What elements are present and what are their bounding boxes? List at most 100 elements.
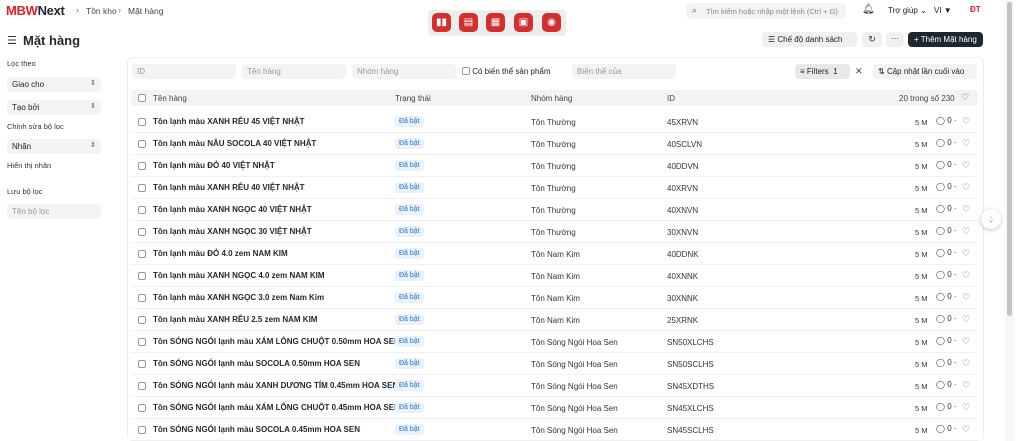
- sidebar-toggle-icon[interactable]: ☰: [7, 34, 17, 47]
- created-by-select[interactable]: Tạo bởi ⇕: [7, 100, 101, 115]
- item-name[interactable]: Tôn lạnh màu XANH RÊU 45 VIỆT NHẬT: [153, 117, 305, 126]
- table-row[interactable]: Tôn lạnh màu ĐỎ 4.0 zem NAM KIM Đã bật Tôn…: [131, 243, 978, 265]
- item-name[interactable]: Tôn SÓNG NGÓI lạnh màu XÁM LÔNG CHUỘT 0.…: [153, 337, 400, 346]
- row-checkbox[interactable]: [138, 338, 146, 346]
- language-selector[interactable]: VI ▼: [931, 4, 955, 18]
- comment-count[interactable]: ◯ 0 ·: [936, 380, 957, 389]
- row-checkbox[interactable]: [138, 426, 146, 434]
- view-mode-button[interactable]: ☰ Chế độ danh sách: [762, 32, 857, 47]
- table-row[interactable]: Tôn lạnh màu NÂU SOCOLA 40 VIỆT NHẬT Đã b…: [131, 133, 978, 155]
- breadcrumb-item[interactable]: Mặt hàng: [128, 6, 163, 16]
- item-name[interactable]: Tôn lạnh màu XANH NGỌC 30 VIỆT NHẬT: [153, 227, 312, 236]
- show-tags-link[interactable]: Hiển thị nhãn: [7, 161, 51, 170]
- heart-icon[interactable]: ♡: [962, 424, 970, 435]
- row-checkbox[interactable]: [138, 162, 146, 170]
- comment-count[interactable]: ◯ 0 ·: [936, 424, 957, 433]
- heart-icon[interactable]: ♡: [962, 182, 970, 193]
- name-filter-input[interactable]: Tên hàng: [242, 64, 346, 79]
- item-name[interactable]: Tôn lạnh màu ĐỎ 4.0 zem NAM KIM: [153, 249, 288, 258]
- item-name[interactable]: Tôn lạnh màu XANH NGỌC 3.0 zem Nam Kim: [153, 293, 324, 302]
- checkbox[interactable]: [462, 67, 470, 75]
- assistant-droplet-icon[interactable]: 💧︎: [981, 209, 1001, 229]
- table-row[interactable]: Tôn SÓNG NGÓI lạnh màu SOCOLA 0.45mm HOA…: [131, 419, 978, 441]
- heart-icon[interactable]: ♡: [962, 402, 970, 413]
- app-1-icon[interactable]: ▮▮: [432, 13, 451, 32]
- comment-count[interactable]: ◯ 0 ·: [936, 226, 957, 235]
- heart-icon[interactable]: ♡: [962, 116, 970, 127]
- id-filter-input[interactable]: ID: [132, 64, 236, 79]
- item-name[interactable]: Tôn SÓNG NGÓI lạnh màu SOCOLA 0.45mm HOA…: [153, 425, 360, 434]
- heart-icon[interactable]: ♡: [962, 248, 970, 259]
- comment-count[interactable]: ◯ 0 ·: [936, 160, 957, 169]
- item-name[interactable]: Tôn lạnh màu XANH RÊU 40 VIỆT NHẬT: [153, 183, 305, 192]
- item-name[interactable]: Tôn lạnh màu XANH NGỌC 4.0 zem NAM KIM: [153, 271, 325, 280]
- comment-count[interactable]: ◯ 0 ·: [936, 336, 957, 345]
- item-name[interactable]: Tôn lạnh màu XANH NGỌC 40 VIỆT NHẬT: [153, 205, 312, 214]
- avatar[interactable]: ĐT: [970, 5, 981, 14]
- heart-icon[interactable]: ♡: [962, 226, 970, 237]
- row-checkbox[interactable]: [138, 316, 146, 324]
- row-checkbox[interactable]: [138, 228, 146, 236]
- item-name[interactable]: Tôn SÓNG NGÓI lạnh màu SOCOLA 0.50mm HOA…: [153, 359, 360, 368]
- app-logo[interactable]: MBWNext: [6, 3, 65, 18]
- select-all-checkbox[interactable]: [138, 94, 146, 102]
- table-row[interactable]: Tôn SÓNG NGÓI lạnh màu XANH DƯƠNG TÍM 0.…: [131, 375, 978, 397]
- more-menu-button[interactable]: ···: [886, 32, 904, 47]
- comment-count[interactable]: ◯ 0 ·: [936, 116, 957, 125]
- item-name[interactable]: Tôn lạnh màu ĐỎ 40 VIỆT NHẬT: [153, 161, 275, 170]
- clear-filters-icon[interactable]: ✕: [855, 66, 863, 77]
- heart-icon[interactable]: ♡: [962, 336, 970, 347]
- app-5-location-icon[interactable]: ◉: [542, 13, 561, 32]
- comment-count[interactable]: ◯ 0 ·: [936, 182, 957, 191]
- comment-count[interactable]: ◯ 0 ·: [936, 138, 957, 147]
- table-row[interactable]: Tôn lạnh màu XANH NGỌC 3.0 zem Nam Kim Đã…: [131, 287, 978, 309]
- row-checkbox[interactable]: [138, 250, 146, 258]
- table-row[interactable]: Tôn SÓNG NGÓI lạnh màu XÁM LÔNG CHUỘT 0.…: [131, 331, 978, 353]
- add-item-button[interactable]: + Thêm Mặt hàng: [908, 32, 983, 47]
- app-3-icon[interactable]: ▦: [486, 13, 505, 32]
- sort-button[interactable]: ⇅ Cập nhật lần cuối vào: [873, 64, 977, 79]
- filters-button[interactable]: ≡ Filters 1: [795, 64, 850, 79]
- comment-count[interactable]: ◯ 0 ·: [936, 248, 957, 257]
- item-name[interactable]: Tôn lạnh màu NÂU SOCOLA 40 VIỆT NHẬT: [153, 139, 316, 148]
- row-checkbox[interactable]: [138, 184, 146, 192]
- comment-count[interactable]: ◯ 0 ·: [936, 402, 957, 411]
- comment-count[interactable]: ◯ 0 ·: [936, 270, 957, 279]
- heart-icon[interactable]: ♡: [962, 292, 970, 303]
- breadcrumb-stock[interactable]: Tồn kho: [86, 6, 117, 16]
- row-checkbox[interactable]: [138, 360, 146, 368]
- table-row[interactable]: Tôn lạnh màu ĐỎ 40 VIỆT NHẬT Đã bật Tôn Th…: [131, 155, 978, 177]
- table-row[interactable]: Tôn lạnh màu XANH RÊU 2.5 zem NAM KIM Đã …: [131, 309, 978, 331]
- row-checkbox[interactable]: [138, 404, 146, 412]
- table-row[interactable]: Tôn lạnh màu XANH RÊU 40 VIỆT NHẬT Đã bật…: [131, 177, 978, 199]
- heart-icon[interactable]: ♡: [962, 204, 970, 215]
- group-filter-input[interactable]: Nhóm hàng: [352, 64, 456, 79]
- comment-count[interactable]: ◯ 0 ·: [936, 204, 957, 213]
- filter-name-input[interactable]: Tên bộ lọc: [7, 204, 101, 219]
- item-name[interactable]: Tôn SÓNG NGÓI lạnh màu XÁM LÔNG CHUỘT 0.…: [153, 403, 400, 412]
- heart-icon[interactable]: ♡: [962, 314, 970, 325]
- table-row[interactable]: Tôn SÓNG NGÓI lạnh màu XÁM LÔNG CHUỘT 0.…: [131, 397, 978, 419]
- heart-icon[interactable]: ♡: [961, 92, 969, 103]
- help-dropdown[interactable]: Trợ giúp ⌄: [888, 6, 927, 15]
- comment-count[interactable]: ◯ 0 ·: [936, 292, 957, 301]
- variant-of-filter-input[interactable]: Biến thể của: [572, 64, 676, 79]
- scrollbar-thumb[interactable]: [1007, 2, 1012, 316]
- table-row[interactable]: Tôn SÓNG NGÓI lạnh màu SOCOLA 0.50mm HOA…: [131, 353, 978, 375]
- table-row[interactable]: Tôn lạnh màu XANH RÊU 45 VIỆT NHẬT Đã bật…: [131, 111, 978, 133]
- table-row[interactable]: Tôn lạnh màu XANH NGỌC 30 VIỆT NHẬT Đã bậ…: [131, 221, 978, 243]
- heart-icon[interactable]: ♡: [962, 138, 970, 149]
- row-checkbox[interactable]: [138, 140, 146, 148]
- notification-bell-icon[interactable]: 🔔︎: [862, 4, 875, 15]
- item-name[interactable]: Tôn lạnh màu XANH RÊU 2.5 zem NAM KIM: [153, 315, 317, 324]
- row-checkbox[interactable]: [138, 382, 146, 390]
- vertical-scrollbar[interactable]: [1005, 0, 1014, 441]
- table-row[interactable]: Tôn lạnh màu XANH NGỌC 40 VIỆT NHẬT Đã bậ…: [131, 199, 978, 221]
- heart-icon[interactable]: ♡: [962, 160, 970, 171]
- has-variants-checkbox[interactable]: Có biến thể sản phẩm: [462, 67, 551, 76]
- assigned-to-select[interactable]: Giao cho ⇕: [7, 77, 101, 92]
- app-4-icon[interactable]: ▣: [514, 13, 533, 32]
- tags-select[interactable]: Nhãn ⇕: [7, 139, 101, 154]
- row-checkbox[interactable]: [138, 118, 146, 126]
- refresh-button[interactable]: ↻: [862, 32, 882, 47]
